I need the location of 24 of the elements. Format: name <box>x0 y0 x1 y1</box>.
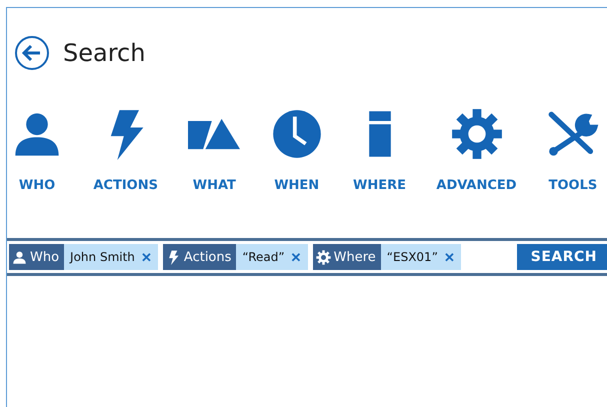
category-button[interactable]: ADVANCED <box>432 108 521 193</box>
gear-icon <box>316 250 331 264</box>
category-button[interactable]: WHO <box>7 108 67 193</box>
category-button[interactable]: ACTIONS <box>89 108 162 193</box>
back-button[interactable] <box>15 36 49 70</box>
filter-value-text: John Smith <box>70 250 135 264</box>
back-arrow-icon <box>22 44 42 62</box>
filter-value-text: “Read” <box>242 250 285 264</box>
filter-tag: Actions <box>162 244 236 270</box>
category-button[interactable]: WHEN <box>266 108 327 193</box>
search-button[interactable]: SEARCH <box>516 244 607 270</box>
filter-tag: Where <box>312 244 381 270</box>
clock-icon <box>270 108 323 160</box>
page-title: Search <box>63 39 146 67</box>
category-button[interactable]: WHERE <box>349 108 410 193</box>
filter-value-text: “ESX01” <box>386 250 438 264</box>
filter-tag: Who <box>9 244 64 270</box>
gear-icon <box>450 108 502 160</box>
remove-button[interactable]: ✕ <box>290 250 302 264</box>
category-button[interactable]: WHAT <box>184 108 244 193</box>
remove-button[interactable]: ✕ <box>444 250 455 264</box>
remove-button[interactable]: ✕ <box>140 250 152 264</box>
person-icon <box>12 250 27 264</box>
category-button[interactable]: TOOLS <box>542 108 603 193</box>
